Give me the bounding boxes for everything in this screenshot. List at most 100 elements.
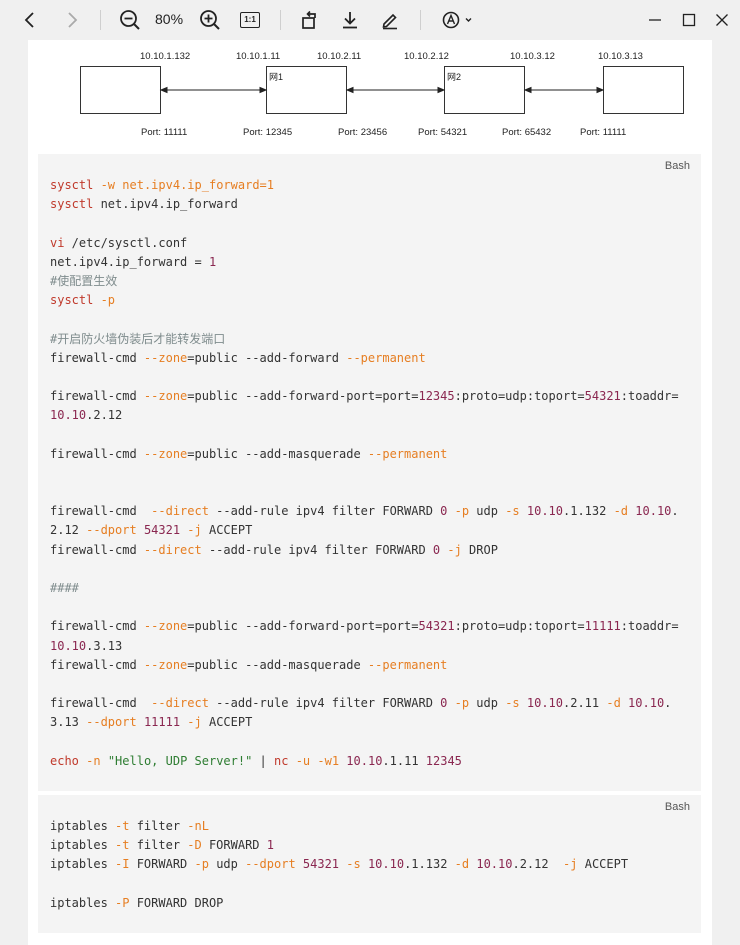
close-button[interactable] [710,8,734,32]
code-line: sysctl -p [50,291,679,310]
code-token: 10.10 [476,857,513,872]
code-token: -d [454,857,470,872]
maximize-icon [682,13,696,27]
code-token: iptables [50,895,116,910]
code-token: ACCEPT [201,523,253,538]
code-token: --permanent [367,657,448,672]
zoom-in-icon [200,10,220,30]
code-line: firewall-cmd --zone=public --add-forward… [50,617,679,636]
code-line: firewall-cmd --zone=public --add-forward… [50,387,679,406]
code-token: FORWARD DROP [129,895,224,910]
toolbar-divider [280,10,281,30]
code-token: -s [505,504,520,519]
zoom-in-button[interactable] [198,8,222,32]
code-token: firewall-cmd [50,542,144,557]
code-token: #开启防火墙伪装后才能转发端口 [50,331,226,346]
download-button[interactable] [338,8,362,32]
code-token: -D [187,838,202,853]
code-token: . [664,696,672,711]
code-token: 10.10 [50,408,87,423]
code-token: --add-rule ipv4 filter FORWARD [201,542,433,557]
code-token: -t [115,819,130,833]
read-aloud-menu-button[interactable] [438,8,476,32]
code-line: iptables -t filter -D FORWARD 1 [50,836,628,855]
code-token: -d [613,504,629,519]
code-token: --zone [143,619,188,634]
code-token: echo [50,753,79,768]
code-token: --zone [143,389,188,404]
port-label: Port: 11111 [141,127,188,138]
rotate-button[interactable] [298,8,322,32]
close-icon [716,14,728,26]
code-token: /etc/sysctl.conf [64,235,188,250]
annotate-button[interactable] [378,8,402,32]
code-token: 54321 [302,857,340,872]
code-token: net.ipv4.ip_forward = [50,254,209,269]
code-line: sysctl net.ipv4.ip_forward [50,195,679,214]
download-icon [343,12,357,29]
code-token: --direct [143,542,202,557]
code-token: --direct [151,696,209,711]
code-token: 10.10 [367,857,405,872]
code-token: -p [194,857,209,872]
code-content[interactable]: iptables -t filter -nL iptables -t filter… [50,817,628,913]
code-token: .1.132 [404,857,455,872]
code-token: firewall-cmd [50,696,152,711]
code-token: .2.12 [86,408,123,423]
code-token: =public --add-forward-port=port= [187,389,419,404]
chevron-left-icon [24,12,34,28]
maximize-button[interactable] [677,8,701,32]
code-line: sysctl -w net.ipv4.ip_forward=1 [50,176,679,195]
code-token: 54321 [584,389,621,404]
code-token: -P [115,895,130,910]
pen-icon [382,13,397,30]
zoom-out-button[interactable] [118,8,142,32]
code-token: --permanent [367,446,448,461]
port-label: Port: 54321 [418,127,468,138]
forward-button[interactable] [60,8,84,32]
code-token: 10.10 [526,696,563,711]
code-token: filter [129,819,188,833]
code-token: firewall-cmd [50,657,144,672]
code-token: --dport [245,857,296,872]
code-token: -j [563,857,578,872]
code-token: -w [93,178,116,192]
code-token: -j [440,542,462,557]
code-line: 2.12 --dport 54321 -j ACCEPT [50,521,679,540]
code-token: #使配置生效 [50,273,118,288]
actual-size-button[interactable]: 1:1 [238,8,262,32]
code-token: --dport [86,715,137,730]
code-block-1[interactable]: Bash sysctl -w net.ipv4.ip_forward=1 sysc… [38,154,701,791]
document-page: 10.10.1.132 10.10.1.11 10.10.2.11 10.10.… [28,40,712,945]
code-line: 10.10.3.13 [50,637,679,656]
zoom-out-icon [120,10,140,30]
code-token: sysctl [50,197,94,212]
code-token: -I [115,857,130,872]
code-content[interactable]: sysctl -w net.ipv4.ip_forward=1 sysctl ne… [50,176,679,771]
code-token: udp [469,504,506,519]
code-block-2[interactable]: Bash iptables -t filter -nL iptables -t f… [38,795,701,933]
code-token: . [671,504,679,519]
zoom-level[interactable]: 80% [155,11,183,27]
code-token: 10.10 [628,696,665,711]
code-token: :proto=udp:toport= [454,389,585,404]
read-aloud-icon [442,11,472,29]
code-token: --dport [86,523,137,538]
code-token: 10.10 [635,504,672,519]
minimize-button[interactable] [643,8,667,32]
code-line: firewall-cmd --zone=public --add-forward… [50,349,679,368]
code-line: firewall-cmd --zone=public --add-masquer… [50,445,679,464]
code-token: -nL [187,819,209,833]
back-button[interactable] [18,8,42,32]
code-token: =public --add-forward [187,350,347,365]
